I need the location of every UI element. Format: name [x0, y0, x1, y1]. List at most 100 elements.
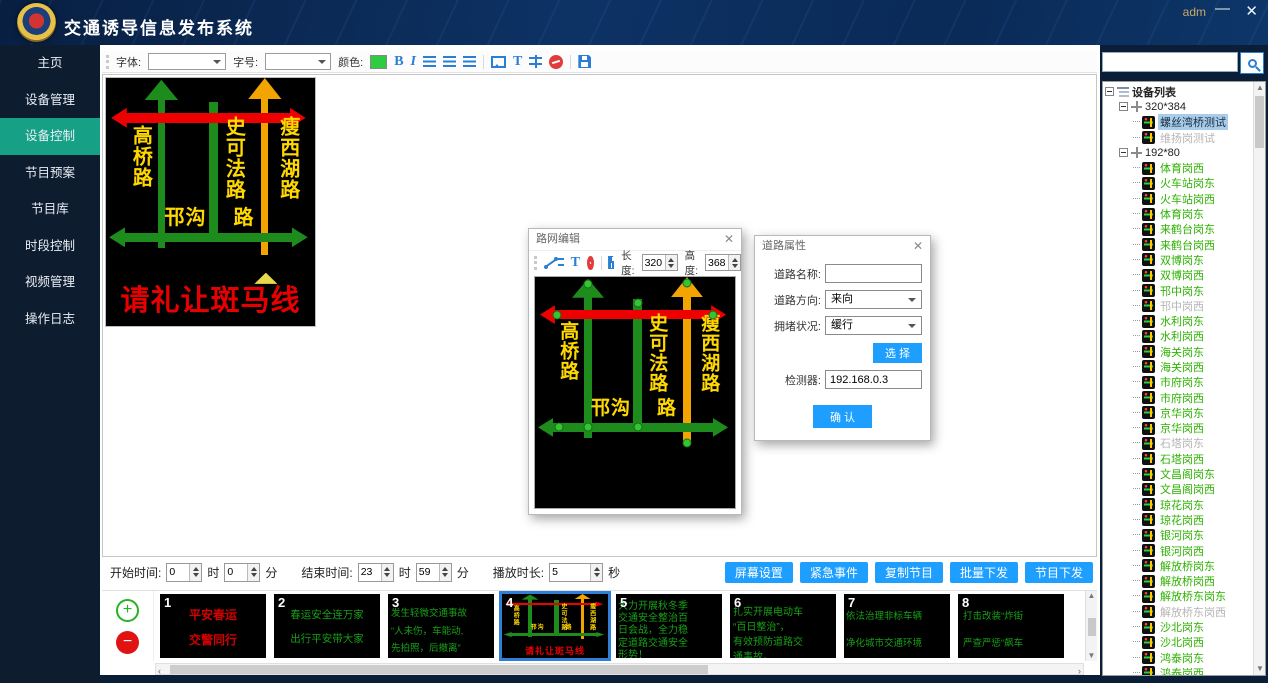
spin-up-icon[interactable] [729, 255, 740, 263]
device-item[interactable]: 文昌阁岗西 [1133, 482, 1252, 497]
device-item[interactable]: 邗中岗西 [1133, 298, 1252, 313]
spin-down-icon[interactable] [248, 572, 259, 581]
road-node-handle[interactable] [553, 310, 562, 319]
text-tool-icon[interactable]: T [571, 255, 580, 271]
led-sign-preview[interactable]: 高桥路 史可法路 瘦西湖路 邗沟 路 请礼让斑马线 [105, 77, 316, 327]
program-thumbnail-2[interactable]: 2 春运安全连万家 出行平安带大家 [274, 594, 380, 658]
align-right-icon[interactable] [463, 56, 476, 67]
road-node-handle[interactable] [683, 278, 692, 287]
scroll-up-icon[interactable]: ▲ [1256, 83, 1264, 93]
road-direction-select[interactable]: 来向 [825, 290, 922, 309]
start-minute-input[interactable] [225, 564, 247, 581]
start-hour-input[interactable] [167, 564, 189, 581]
spin-up-icon[interactable] [248, 564, 259, 573]
save-icon[interactable] [578, 55, 591, 68]
scroll-left-icon[interactable]: ‹ [158, 666, 161, 676]
device-item[interactable]: 琼花岗西 [1133, 512, 1252, 527]
device-item[interactable]: 水利岗东 [1133, 313, 1252, 328]
length-stepper[interactable] [642, 254, 678, 271]
road-node-handle[interactable] [584, 423, 593, 432]
device-item[interactable]: 沙北岗东 [1133, 619, 1252, 634]
sidebar-item[interactable]: 操作日志 [0, 301, 100, 338]
device-item[interactable]: 市府岗西 [1133, 390, 1252, 405]
action-button[interactable]: 紧急事件 [800, 562, 868, 583]
sidebar-item[interactable]: 时段控制 [0, 228, 100, 265]
program-canvas[interactable]: 高桥路 史可法路 瘦西湖路 邗沟 路 请礼让斑马线 路网编辑 ✕ T [102, 74, 1097, 557]
scroll-right-icon[interactable]: › [1078, 666, 1081, 676]
program-thumbnail-1[interactable]: 1 平安春运 交警同行 [160, 594, 266, 658]
close-icon[interactable]: ✕ [724, 229, 734, 250]
road-node-handle[interactable] [555, 423, 564, 432]
collapse-icon[interactable] [1119, 148, 1128, 157]
device-item[interactable]: 解放桥东岗东 [1133, 589, 1252, 604]
sidebar-item[interactable]: 设备管理 [0, 82, 100, 119]
spin-up-icon[interactable] [591, 564, 602, 573]
program-thumbnail-8[interactable]: 8 打击改装“炸街 严查严惩“飙车 [958, 594, 1064, 658]
spin-up-icon[interactable] [190, 564, 201, 573]
scrollbar-thumb[interactable] [1088, 618, 1096, 636]
program-thumbnail-3[interactable]: 3 发生轻微交通事故 “人未伤，车能动, 先拍照，后撤离” [388, 594, 494, 658]
device-item[interactable]: 石塔岗东 [1133, 436, 1252, 451]
spin-down-icon[interactable] [440, 572, 451, 581]
device-item[interactable]: 解放桥东岗西 [1133, 604, 1252, 619]
tree-group-192x80[interactable]: 192*80 [1119, 145, 1252, 160]
device-item[interactable]: 来鹤台岗东 [1133, 222, 1252, 237]
scroll-down-icon[interactable]: ▼ [1256, 664, 1264, 674]
program-thumbnail-7[interactable]: 7 依法治理非标车辆 净化城市交通环境 [844, 594, 950, 658]
end-hour-stepper[interactable] [358, 563, 394, 582]
spin-down-icon[interactable] [729, 263, 740, 271]
device-item[interactable]: 琼花岗东 [1133, 497, 1252, 512]
device-search-input[interactable] [1102, 52, 1238, 72]
road-name-input[interactable] [825, 264, 922, 283]
start-minute-stepper[interactable] [224, 563, 260, 582]
junction-icon[interactable] [558, 256, 564, 269]
road-editor-titlebar[interactable]: 路网编辑 ✕ [529, 229, 741, 250]
action-button[interactable]: 节目下发 [1025, 562, 1093, 583]
action-button[interactable]: 复制节目 [875, 562, 943, 583]
font-size-dropdown[interactable] [265, 53, 331, 70]
toolbar-grip[interactable] [534, 256, 537, 270]
collapse-icon[interactable] [1105, 87, 1114, 96]
end-minute-input[interactable] [417, 564, 439, 581]
minimize-icon[interactable]: — [1215, 0, 1230, 17]
action-button[interactable]: 批量下发 [950, 562, 1018, 583]
italic-icon[interactable]: I [411, 54, 416, 70]
spin-down-icon[interactable] [666, 263, 677, 271]
end-minute-stepper[interactable] [416, 563, 452, 582]
scrollbar-thumb[interactable] [1255, 96, 1264, 148]
duration-input[interactable] [550, 564, 590, 581]
remove-program-button[interactable]: − [116, 631, 139, 654]
detector-input[interactable] [825, 370, 922, 389]
align-center-icon[interactable] [443, 56, 456, 67]
device-item[interactable]: 市府岗东 [1133, 375, 1252, 390]
start-hour-stepper[interactable] [166, 563, 202, 582]
sidebar-item[interactable]: 设备控制 [0, 118, 100, 155]
collapse-icon[interactable] [1119, 102, 1128, 111]
device-item[interactable]: 体育岗西 [1133, 160, 1252, 175]
spin-up-icon[interactable] [382, 564, 393, 573]
road-editor-canvas[interactable]: 高桥路 史可法路 瘦西湖路 邗沟 路 [534, 276, 736, 509]
draw-road-icon[interactable] [544, 256, 551, 269]
align-left-icon[interactable] [423, 56, 436, 67]
spin-up-icon[interactable] [440, 564, 451, 573]
device-item[interactable]: 邗中岗东 [1133, 283, 1252, 298]
playlist-vertical-scrollbar[interactable]: ▲ ▼ [1085, 591, 1097, 661]
sidebar-item[interactable]: 节目预案 [0, 155, 100, 192]
road-network-icon[interactable] [529, 55, 542, 68]
delete-icon[interactable] [587, 256, 594, 270]
device-item[interactable]: 沙北岗西 [1133, 635, 1252, 650]
tree-root[interactable]: 设备列表 [1105, 84, 1252, 99]
device-item[interactable]: 火车站岗西 [1133, 191, 1252, 206]
add-program-button[interactable]: + [116, 599, 139, 622]
color-swatch[interactable] [370, 55, 387, 69]
height-input[interactable] [706, 255, 728, 270]
device-item[interactable]: 京华岗西 [1133, 421, 1252, 436]
congestion-select[interactable]: 缓行 [825, 316, 922, 335]
device-item[interactable]: 解放桥岗西 [1133, 574, 1252, 589]
bold-icon[interactable]: B [394, 54, 403, 70]
save-icon[interactable] [608, 256, 614, 269]
delete-icon[interactable] [549, 55, 563, 69]
toolbar-grip[interactable] [106, 55, 109, 69]
road-node-handle[interactable] [633, 298, 642, 307]
confirm-button[interactable]: 确 认 [813, 405, 872, 428]
